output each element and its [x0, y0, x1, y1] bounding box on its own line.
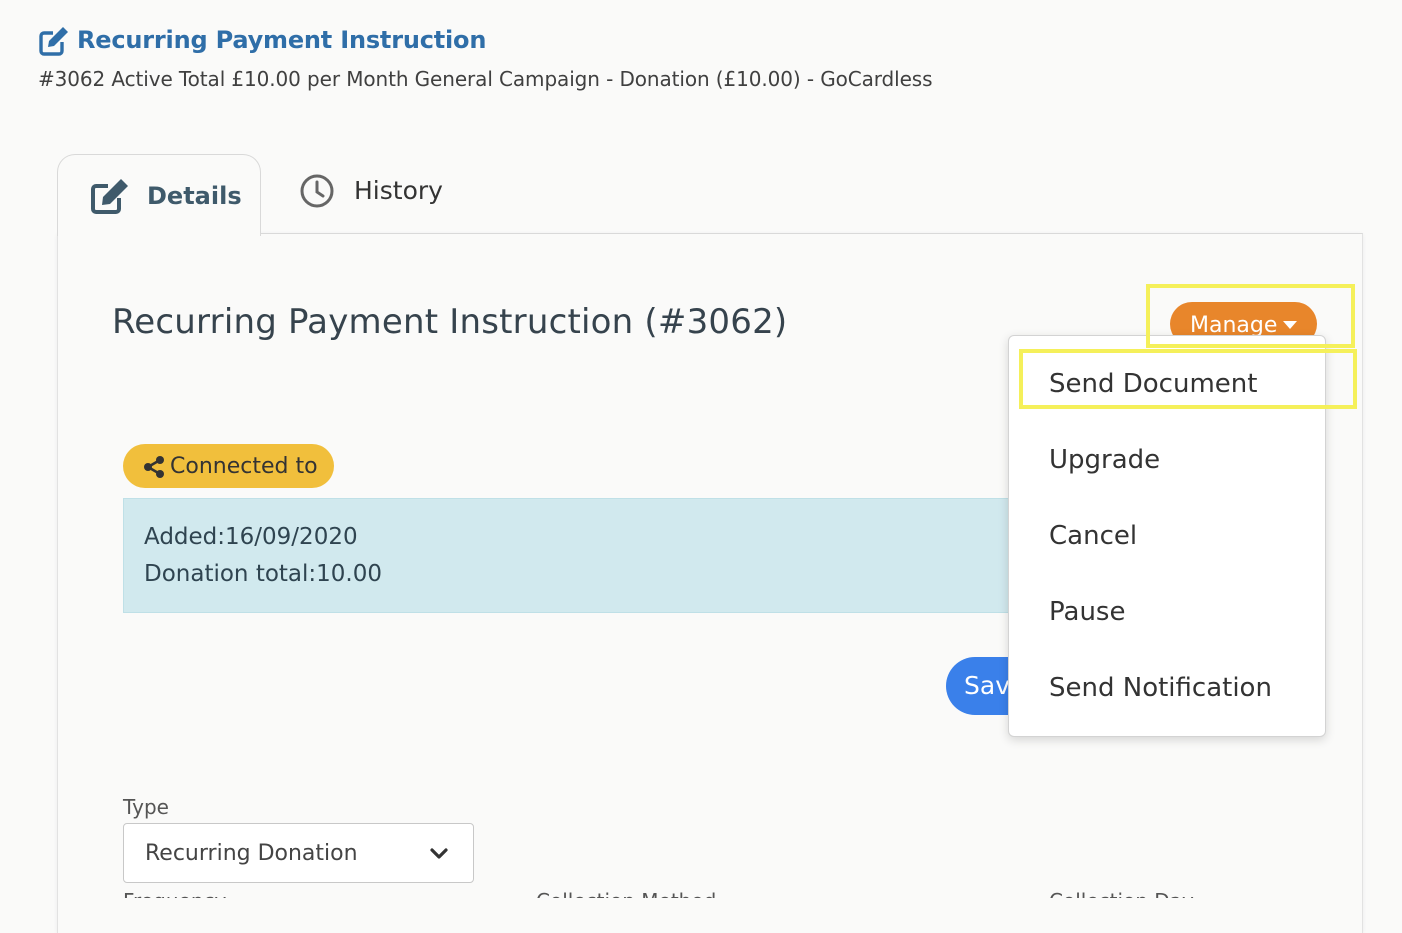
- clock-icon: [298, 172, 336, 210]
- chevron-down-icon: [429, 846, 449, 860]
- tab-details[interactable]: Details: [57, 154, 261, 236]
- tab-history[interactable]: History: [298, 170, 478, 214]
- added-date: Added:16/09/2020: [144, 524, 358, 550]
- menu-item-upgrade[interactable]: Upgrade: [1049, 445, 1160, 475]
- menu-item-pause[interactable]: Pause: [1049, 597, 1125, 627]
- edit-icon: [90, 177, 130, 215]
- highlight-box: [1019, 349, 1357, 409]
- info-box: Added:16/09/2020 Donation total:10.00: [123, 498, 1023, 613]
- connected-label: Connected to: [170, 454, 318, 479]
- edit-icon: [38, 25, 70, 57]
- menu-item-cancel[interactable]: Cancel: [1049, 521, 1137, 551]
- donation-total: Donation total:10.00: [144, 561, 383, 587]
- frequency-label: Frequency: [123, 889, 226, 898]
- collection-method-label: Collection Method: [536, 889, 716, 898]
- tab-details-label: Details: [147, 182, 242, 210]
- page-title: Recurring Payment Instruction: [77, 26, 487, 54]
- highlight-box: [1146, 284, 1355, 348]
- type-value: Recurring Donation: [145, 841, 358, 866]
- collection-day-label: Collection Day: [1049, 889, 1194, 898]
- share-icon: [143, 455, 165, 479]
- page-subtitle: #3062 Active Total £10.00 per Month Gene…: [38, 67, 933, 91]
- type-select[interactable]: Recurring Donation: [123, 823, 474, 883]
- tab-history-label: History: [354, 176, 443, 205]
- connected-badge[interactable]: Connected to: [123, 444, 334, 488]
- menu-item-send-notification[interactable]: Send Notification: [1049, 673, 1272, 703]
- panel-title: Recurring Payment Instruction (#3062): [112, 302, 788, 342]
- type-label: Type: [123, 795, 169, 819]
